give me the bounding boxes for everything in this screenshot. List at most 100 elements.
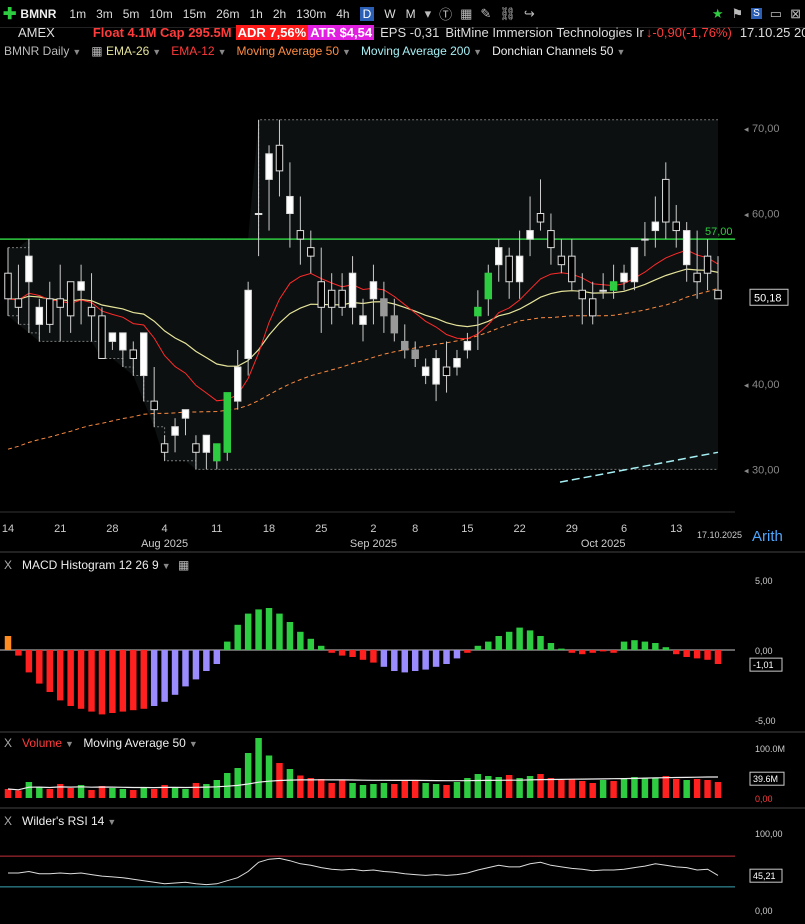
legend-ema12[interactable]: EMA-12 ▼	[171, 44, 226, 58]
macd-bar	[589, 650, 596, 653]
candle-body	[244, 289, 252, 359]
macd-bar	[276, 613, 283, 650]
legend-donchian[interactable]: Donchian Channels 50 ▼	[492, 44, 625, 58]
close-icon[interactable]: X	[4, 736, 12, 750]
close-icon[interactable]: X	[4, 558, 12, 572]
timeframe-D[interactable]: D	[359, 6, 375, 21]
macd-bar	[15, 650, 22, 656]
volume-bar	[265, 755, 273, 798]
candle-body	[515, 255, 524, 283]
candle-body	[380, 298, 388, 317]
timeframe-15m[interactable]: 15m	[183, 7, 206, 21]
share-icon[interactable]: ↪	[524, 6, 535, 22]
candle-body	[327, 289, 336, 308]
macd-bar	[192, 650, 200, 680]
macd-bar	[36, 650, 43, 684]
symbol-field[interactable]: BMNR	[20, 7, 56, 21]
volume-last: 39.6M	[753, 774, 778, 784]
star-icon[interactable]: ★	[712, 6, 724, 22]
macd-bar	[161, 650, 168, 702]
scale-mode-button[interactable]: Arith	[752, 528, 783, 545]
volume-bar	[547, 778, 555, 798]
timeframe-5m[interactable]: 5m	[123, 7, 140, 21]
macd-legend[interactable]: X MACD Histogram 12 26 9 ▼ ▦	[4, 558, 189, 572]
macd-bar	[693, 650, 701, 659]
date-tick: 8	[412, 523, 418, 535]
volume-bar	[234, 768, 241, 798]
rsi-tick: 0,00	[755, 906, 773, 916]
flag-icon[interactable]: ⚑	[731, 6, 743, 22]
candle-body	[369, 281, 378, 300]
candle-body	[348, 272, 357, 308]
macd-tick: 5,00	[755, 576, 773, 586]
timeframe-M[interactable]: M	[406, 7, 416, 21]
rsi-tick: 100,00	[755, 829, 783, 839]
volume-bar	[4, 789, 12, 798]
candle-body	[557, 255, 566, 266]
timeframe-10m[interactable]: 10m	[149, 7, 172, 21]
volume-legend[interactable]: X Volume ▼ Moving Average 50 ▼	[4, 736, 198, 750]
macd-bar	[171, 650, 179, 695]
link-icon[interactable]: ⛓	[499, 6, 516, 22]
macd-bar	[140, 650, 147, 709]
legend-ma200[interactable]: Moving Average 200 ▼	[361, 44, 482, 58]
date-tick: 29	[566, 523, 578, 535]
volume-tick: 0,00	[755, 794, 773, 804]
macd-tick: -5,00	[755, 716, 776, 726]
macd-bar	[464, 650, 471, 653]
candle-body	[129, 349, 138, 359]
candle-body	[56, 298, 64, 308]
legend-ma50[interactable]: Moving Average 50 ▼	[237, 44, 351, 58]
macd-bar	[349, 650, 356, 657]
candle-body	[599, 289, 607, 292]
macd-bar	[505, 631, 513, 650]
timeframe-26m[interactable]: 26m	[216, 7, 239, 21]
price-tick: 40,00	[752, 379, 780, 391]
company-name: BitMine Immersion Technologies Ir	[445, 24, 644, 40]
volume-bar	[317, 779, 325, 798]
macd-bar	[558, 648, 565, 650]
macd-bar	[537, 636, 544, 650]
candle-body	[181, 409, 190, 419]
timeframe-1h[interactable]: 1h	[249, 7, 262, 21]
candle-body	[641, 238, 649, 241]
price-tick: 60,00	[752, 209, 780, 221]
dropdown-icon[interactable]: ▾	[425, 6, 432, 22]
macd-bar	[652, 643, 659, 650]
calculator-icon[interactable]: ▦	[460, 6, 472, 22]
atr-badge: ATR $4,54	[308, 24, 375, 40]
rsi-legend[interactable]: X Wilder's RSI 14 ▼	[4, 814, 116, 828]
volume-bar	[641, 778, 649, 798]
volume-tick: 100.0M	[755, 744, 785, 754]
volume-bar	[328, 783, 335, 798]
date-tick: 22	[513, 523, 525, 535]
close-window-icon[interactable]: ⊠	[790, 6, 801, 22]
date-tick: 28	[106, 523, 118, 535]
date-axis: 14 21 28 4 11 18 25 2 8 15 22 29 6 13Aug 2025 Sep 2025…	[0, 511, 742, 550]
volume-bar	[140, 787, 147, 798]
text-icon[interactable]: Ⓣ	[439, 4, 452, 23]
timeframe-4h[interactable]: 4h	[336, 7, 349, 21]
close-icon[interactable]: X	[4, 814, 12, 828]
chart-canvas[interactable]: 57,0070,00◂60,00◂40,00◂30,00◂50,18 14 21 2…	[0, 60, 805, 924]
legend-ema26[interactable]: ▦ EMA-26 ▼	[91, 44, 161, 58]
info-bar: AMEX Float 4.1M Cap 295.5M ADR 7,56% ATR…	[0, 22, 805, 42]
timeframe-2h[interactable]: 2h	[273, 7, 286, 21]
macd-bar	[286, 622, 294, 650]
volume-bar	[505, 775, 513, 798]
add-symbol-icon[interactable]: ✚	[3, 4, 16, 24]
volume-bar	[662, 776, 670, 798]
s-icon[interactable]: S	[751, 8, 762, 19]
macd-bar	[234, 624, 241, 650]
date-tick: 2	[370, 523, 376, 535]
chart-name[interactable]: BMNR Daily ▼	[4, 44, 81, 58]
pencil-icon[interactable]: ✎	[480, 6, 491, 22]
volume-bar	[203, 784, 210, 798]
timeframe-3m[interactable]: 3m	[96, 7, 113, 21]
candle-body	[609, 281, 618, 291]
timeframe-W[interactable]: W	[384, 7, 395, 21]
window-icon[interactable]: ▭	[770, 6, 782, 22]
timeframe-1m[interactable]: 1m	[69, 7, 86, 21]
timeframe-130m[interactable]: 130m	[296, 7, 326, 21]
macd-bar	[297, 631, 304, 650]
